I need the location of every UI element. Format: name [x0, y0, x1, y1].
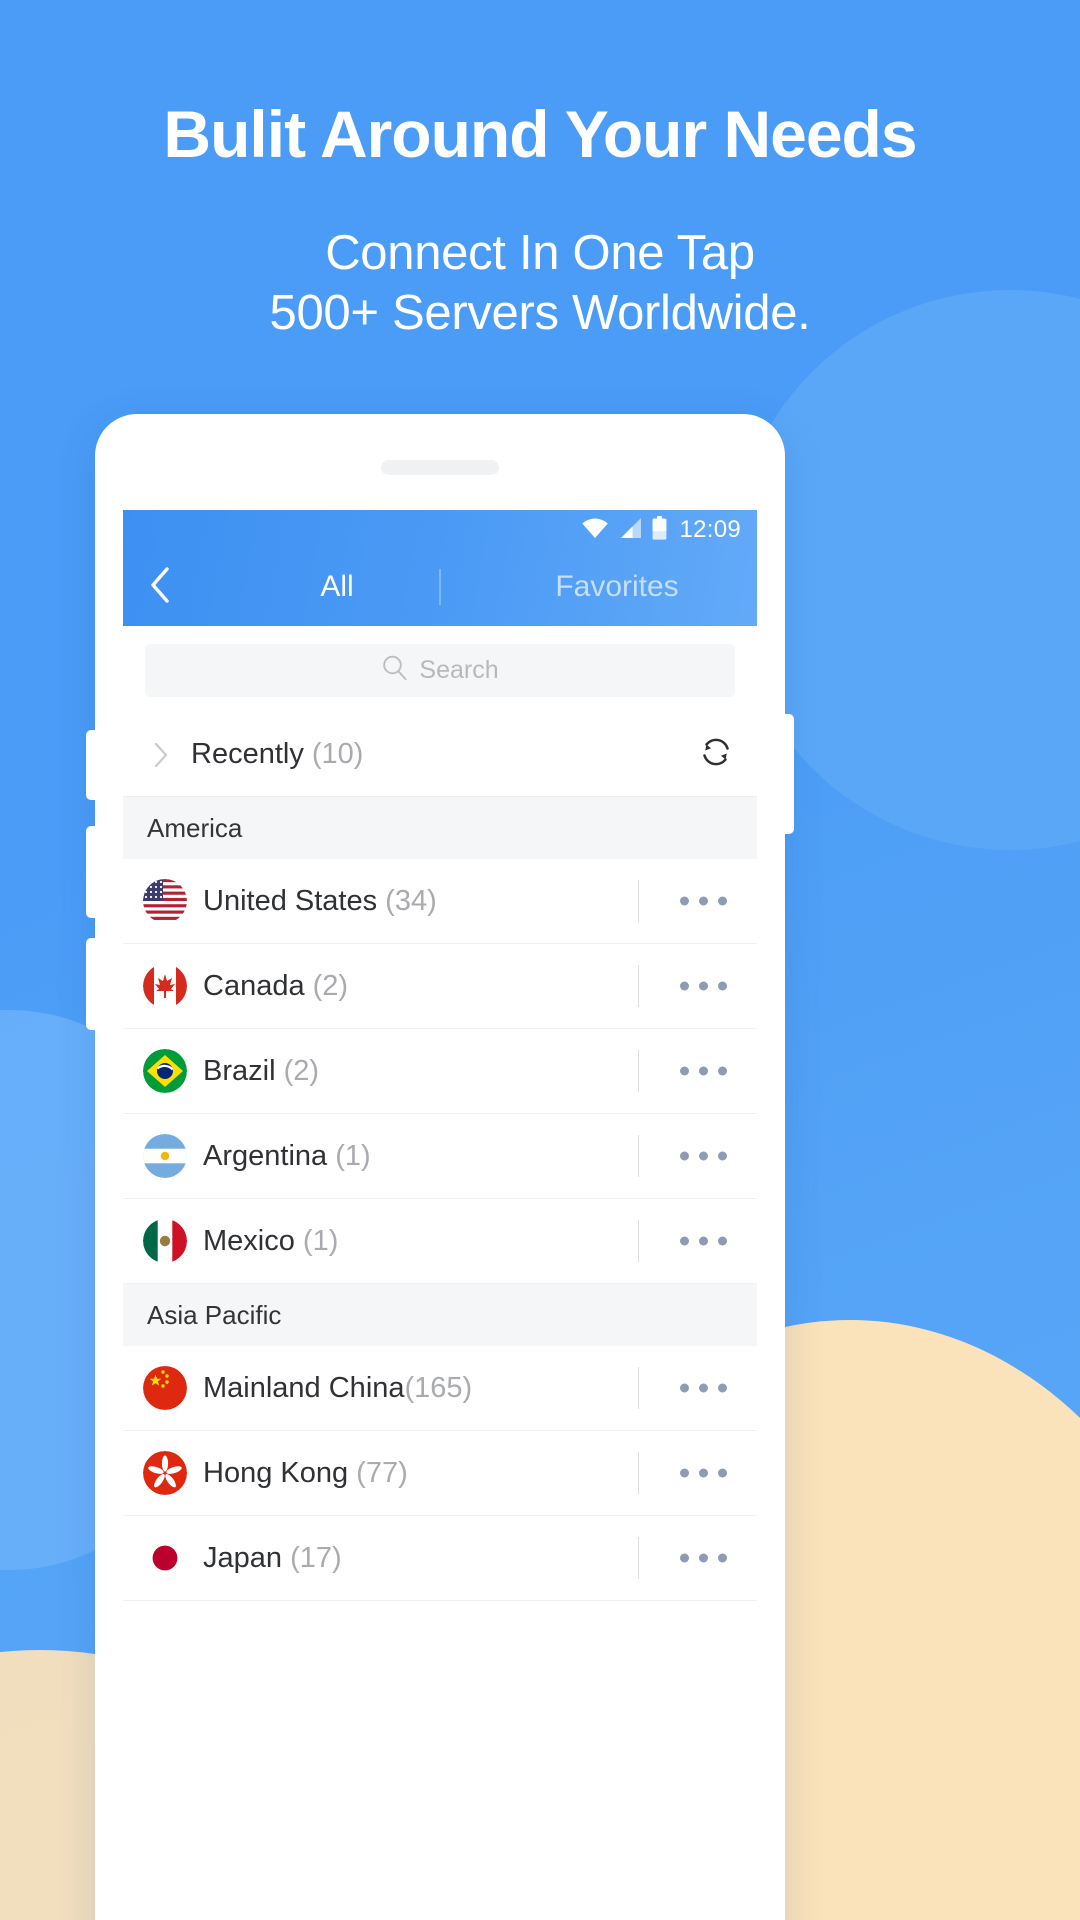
country-row[interactable]: Mainland China(165)	[123, 1346, 757, 1431]
recently-row[interactable]: Recently (10)	[123, 713, 757, 797]
country-server-count: (1)	[327, 1139, 371, 1172]
cellular-signal-icon	[618, 517, 643, 544]
country-label: Mainland China	[203, 1371, 405, 1404]
flag-jp-icon	[143, 1536, 187, 1580]
tab-favorites[interactable]: Favorites	[477, 570, 757, 604]
nav-tabs: All Favorites	[197, 550, 757, 624]
country-row[interactable]: Canada (2)	[123, 944, 757, 1029]
country-row[interactable]: United States (34)	[123, 859, 757, 944]
country-row[interactable]: Mexico (1)	[123, 1199, 757, 1284]
country-server-count: (2)	[275, 1054, 320, 1087]
flag-hk-icon	[143, 1451, 187, 1495]
country-label: Japan	[203, 1541, 283, 1574]
chevron-left-icon	[149, 566, 171, 609]
back-button[interactable]	[123, 566, 197, 609]
row-divider	[638, 1367, 639, 1409]
country-row[interactable]: Argentina (1)	[123, 1114, 757, 1199]
refresh-icon[interactable]	[697, 733, 735, 776]
country-label: Mexico	[203, 1224, 295, 1257]
promo-text-block: Bulit Around Your Needs Connect In One T…	[0, 97, 1080, 344]
recently-label: Recently (10)	[191, 738, 697, 771]
more-horizontal-icon[interactable]	[672, 1138, 735, 1175]
more-horizontal-icon[interactable]	[672, 1053, 735, 1090]
country-label: Canada	[203, 969, 305, 1002]
phone-mockup: 12:09 All Favorites Search Recently (10)…	[86, 414, 794, 1920]
row-divider	[638, 1537, 639, 1579]
search-bar-container: Search	[123, 626, 757, 713]
phone-speaker-slot	[381, 460, 499, 475]
section-header: America	[123, 797, 757, 859]
phone-side-button-volume-up	[86, 826, 96, 918]
more-horizontal-icon[interactable]	[672, 1455, 735, 1492]
phone-side-button-power	[784, 714, 794, 834]
country-server-count: (34)	[377, 884, 437, 917]
more-horizontal-icon[interactable]	[672, 883, 735, 920]
country-label: Argentina	[203, 1139, 328, 1172]
promo-headline: Bulit Around Your Needs	[163, 97, 917, 171]
country-server-count: (165)	[404, 1371, 473, 1404]
recently-text: Recently	[191, 738, 304, 770]
row-divider	[638, 1135, 639, 1177]
phone-side-button-mute	[86, 730, 96, 800]
row-divider	[638, 1452, 639, 1494]
phone-side-button-volume-down	[86, 938, 96, 1030]
country-label: United States	[203, 884, 378, 917]
recently-count: (10)	[311, 738, 364, 770]
search-input[interactable]: Search	[145, 644, 735, 697]
country-server-count: (17)	[282, 1541, 342, 1574]
country-row[interactable]: Hong Kong (77)	[123, 1431, 757, 1516]
promo-subheadline: Connect In One Tap 500+ Servers Worldwid…	[0, 224, 1080, 344]
more-horizontal-icon[interactable]	[672, 1370, 735, 1407]
row-divider	[638, 880, 639, 922]
battery-icon	[652, 515, 667, 545]
promo-subheadline-line-1: Connect In One Tap	[325, 225, 755, 280]
phone-screen: 12:09 All Favorites Search Recently (10)…	[123, 510, 757, 1920]
app-nav-bar: All Favorites	[123, 550, 757, 624]
country-row[interactable]: Japan (17)	[123, 1516, 757, 1601]
more-horizontal-icon[interactable]	[672, 968, 735, 1005]
tab-divider	[439, 569, 441, 605]
status-bar: 12:09	[123, 510, 757, 550]
flag-ca-icon	[143, 964, 187, 1008]
country-server-count: (2)	[304, 969, 349, 1002]
wifi-icon	[581, 517, 609, 544]
search-placeholder: Search	[419, 656, 499, 684]
status-bar-clock: 12:09	[679, 516, 741, 543]
promo-subheadline-line-2: 500+ Servers Worldwide.	[269, 285, 811, 340]
search-icon	[381, 654, 409, 687]
flag-ar-icon	[143, 1134, 187, 1178]
row-divider	[638, 1220, 639, 1262]
flag-mx-icon	[143, 1219, 187, 1263]
row-divider	[638, 965, 639, 1007]
more-horizontal-icon[interactable]	[672, 1223, 735, 1260]
flag-us-icon	[143, 879, 187, 923]
row-divider	[638, 1050, 639, 1092]
more-horizontal-icon[interactable]	[672, 1540, 735, 1577]
promo-screenshot: Bulit Around Your Needs Connect In One T…	[0, 0, 1080, 1920]
country-label: Brazil	[203, 1054, 276, 1087]
app-header: 12:09 All Favorites	[123, 510, 757, 626]
flag-br-icon	[143, 1049, 187, 1093]
tab-all[interactable]: All	[197, 570, 477, 604]
country-list: America United States (34) Canada (2) Brazi…	[123, 797, 757, 1601]
country-server-count: (1)	[294, 1224, 339, 1257]
section-header: Asia Pacific	[123, 1284, 757, 1346]
country-row[interactable]: Brazil (2)	[123, 1029, 757, 1114]
chevron-right-icon[interactable]	[141, 741, 181, 769]
country-label: Hong Kong	[203, 1456, 349, 1489]
flag-cn-icon	[143, 1366, 187, 1410]
country-server-count: (77)	[348, 1456, 408, 1489]
